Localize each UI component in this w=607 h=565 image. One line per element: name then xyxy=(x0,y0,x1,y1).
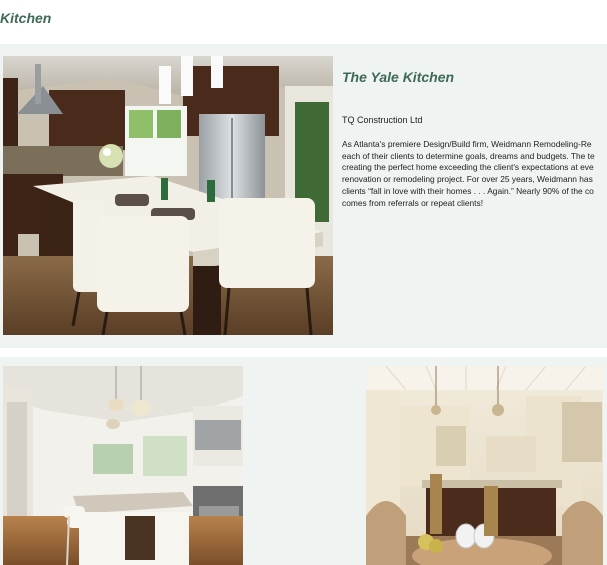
description-line: renovation or remodeling project. For ov… xyxy=(342,174,593,185)
project-description: As Atlanta's premiere Design/Build firm,… xyxy=(342,139,607,221)
white-kitchen-photo[interactable] xyxy=(3,366,243,565)
description-line: creating the perfect home exceeding the … xyxy=(342,162,594,173)
company-name: TQ Construction Ltd xyxy=(342,115,423,125)
description-line: As Atlanta's premiere Design/Build firm,… xyxy=(342,139,592,149)
description-line: comes from referrals or repeat clients! xyxy=(342,197,484,208)
cream-kitchen-photo[interactable] xyxy=(366,366,603,565)
project-title[interactable]: The Yale Kitchen xyxy=(342,69,454,85)
description-line: each of their clients to determine goals… xyxy=(342,150,595,161)
main-kitchen-photo[interactable] xyxy=(3,56,333,335)
page-title: Kitchen xyxy=(0,10,52,26)
description-line: clients “fall in love with their homes .… xyxy=(342,185,594,196)
